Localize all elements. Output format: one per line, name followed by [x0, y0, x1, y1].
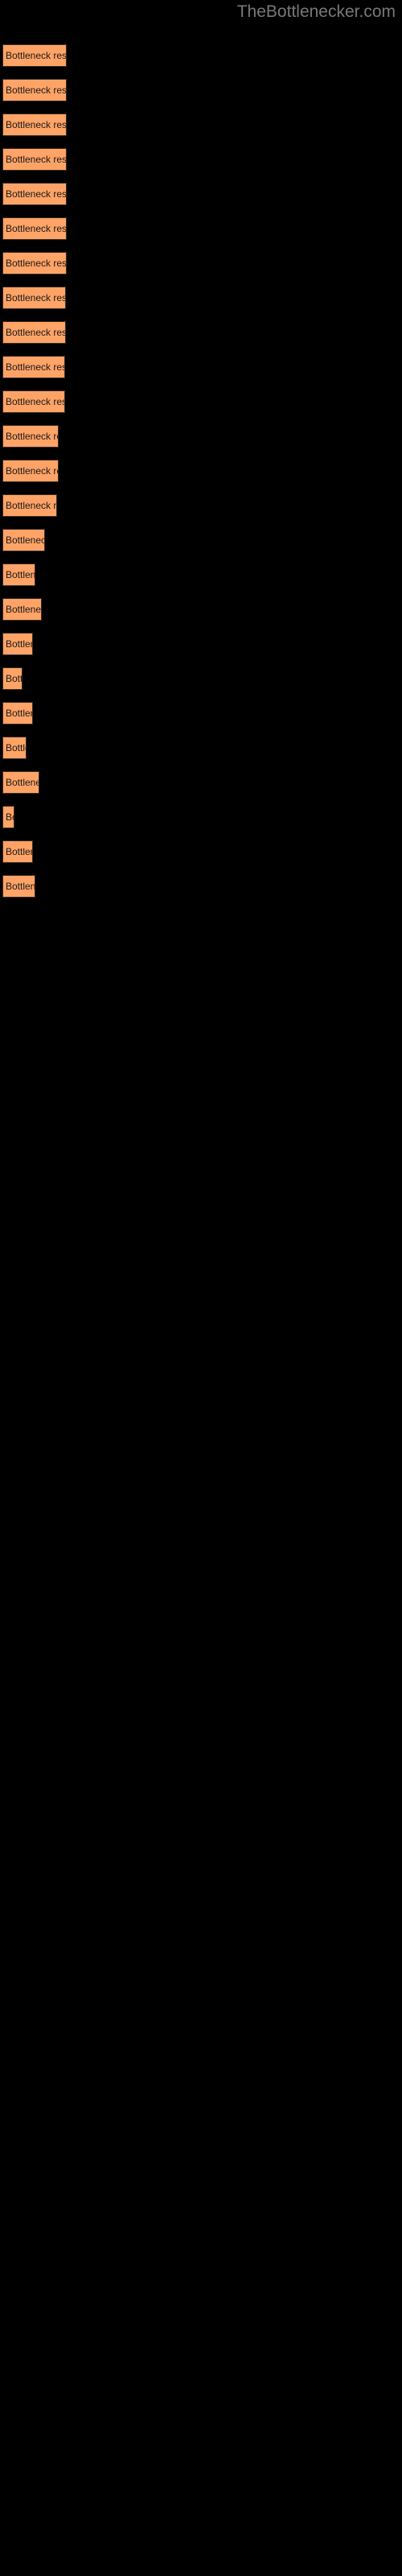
- bottleneck-result-bar[interactable]: Bottleneck result: [2, 840, 33, 863]
- bar-label: Bottleneck result: [6, 742, 26, 753]
- bottleneck-result-bar[interactable]: Bottleneck result: [2, 183, 67, 205]
- bottleneck-result-bar[interactable]: Bottleneck result: [2, 633, 33, 655]
- bottleneck-result-bar[interactable]: Bottleneck result: [2, 667, 23, 690]
- bottleneck-result-bar[interactable]: Bottleneck result: [2, 217, 67, 240]
- bar-label: Bottleneck result: [6, 50, 67, 61]
- bar-label: Bottleneck result: [6, 465, 58, 477]
- bar-label: Bottleneck result: [6, 811, 14, 823]
- bottleneck-result-bar[interactable]: Bottleneck result: [2, 702, 33, 724]
- bottleneck-result-bar[interactable]: Bottleneck result: [2, 564, 35, 586]
- bar-label: Bottleneck result: [6, 223, 67, 234]
- bottleneck-result-bar[interactable]: Bottleneck result: [2, 875, 35, 898]
- bar-label: Bottleneck result: [6, 881, 35, 892]
- bar-label: Bottleneck result: [6, 85, 67, 96]
- bottleneck-result-bar[interactable]: Bottleneck result: [2, 44, 67, 67]
- bar-label: Bottleneck result: [6, 777, 39, 788]
- bar-label: Bottleneck result: [6, 431, 58, 442]
- bar-label: Bottleneck result: [6, 396, 64, 407]
- bar-label: Bottleneck result: [6, 500, 57, 511]
- bar-label: Bottleneck result: [6, 119, 67, 130]
- bottleneck-result-bar[interactable]: Bottleneck result: [2, 148, 67, 171]
- bottleneck-result-bar[interactable]: Bottleneck result: [2, 390, 65, 413]
- bar-label: Bottleneck result: [6, 569, 35, 580]
- bottleneck-result-bar[interactable]: Bottleneck result: [2, 460, 59, 482]
- bar-label: Bottleneck result: [6, 535, 44, 546]
- bottleneck-result-bar[interactable]: Bottleneck result: [2, 771, 39, 794]
- bar-label: Bottleneck result: [6, 846, 32, 857]
- bar-label: Bottleneck result: [6, 258, 67, 269]
- bar-label: Bottleneck result: [6, 292, 66, 303]
- bottleneck-result-bar[interactable]: Bottleneck result: [2, 737, 27, 759]
- bottleneck-result-bar[interactable]: Bottleneck result: [2, 529, 45, 551]
- bottleneck-result-bar[interactable]: Bottleneck result: [2, 79, 67, 101]
- bottleneck-result-bar[interactable]: Bottleneck result: [2, 287, 66, 309]
- bottleneck-bar-chart: Bottleneck result Bottleneck result Bottle…: [0, 0, 402, 2576]
- bottleneck-result-bar[interactable]: Bottleneck result: [2, 114, 67, 136]
- bottleneck-result-bar[interactable]: Bottleneck result: [2, 252, 67, 275]
- bottleneck-result-bar[interactable]: Bottleneck result: [2, 494, 57, 517]
- bar-label: Bottleneck result: [6, 327, 66, 338]
- bar-label: Bottleneck result: [6, 673, 22, 684]
- bar-label: Bottleneck result: [6, 361, 64, 373]
- bottleneck-result-bar[interactable]: Bottleneck result: [2, 321, 66, 344]
- bar-label: Bottleneck result: [6, 154, 67, 165]
- bar-label: Bottleneck result: [6, 188, 67, 200]
- bar-label: Bottleneck result: [6, 708, 32, 719]
- bottleneck-result-bar[interactable]: Bottleneck result: [2, 356, 65, 378]
- bar-label: Bottleneck result: [6, 604, 42, 615]
- bottleneck-result-bar[interactable]: Bottleneck result: [2, 425, 59, 448]
- bar-label: Bottleneck result: [6, 638, 32, 650]
- bottleneck-result-bar[interactable]: Bottleneck result: [2, 806, 14, 828]
- page-root: TheBottlenecker.com Bottleneck resultBot…: [0, 0, 402, 2576]
- bottleneck-result-bar[interactable]: Bottleneck result: [2, 598, 42, 621]
